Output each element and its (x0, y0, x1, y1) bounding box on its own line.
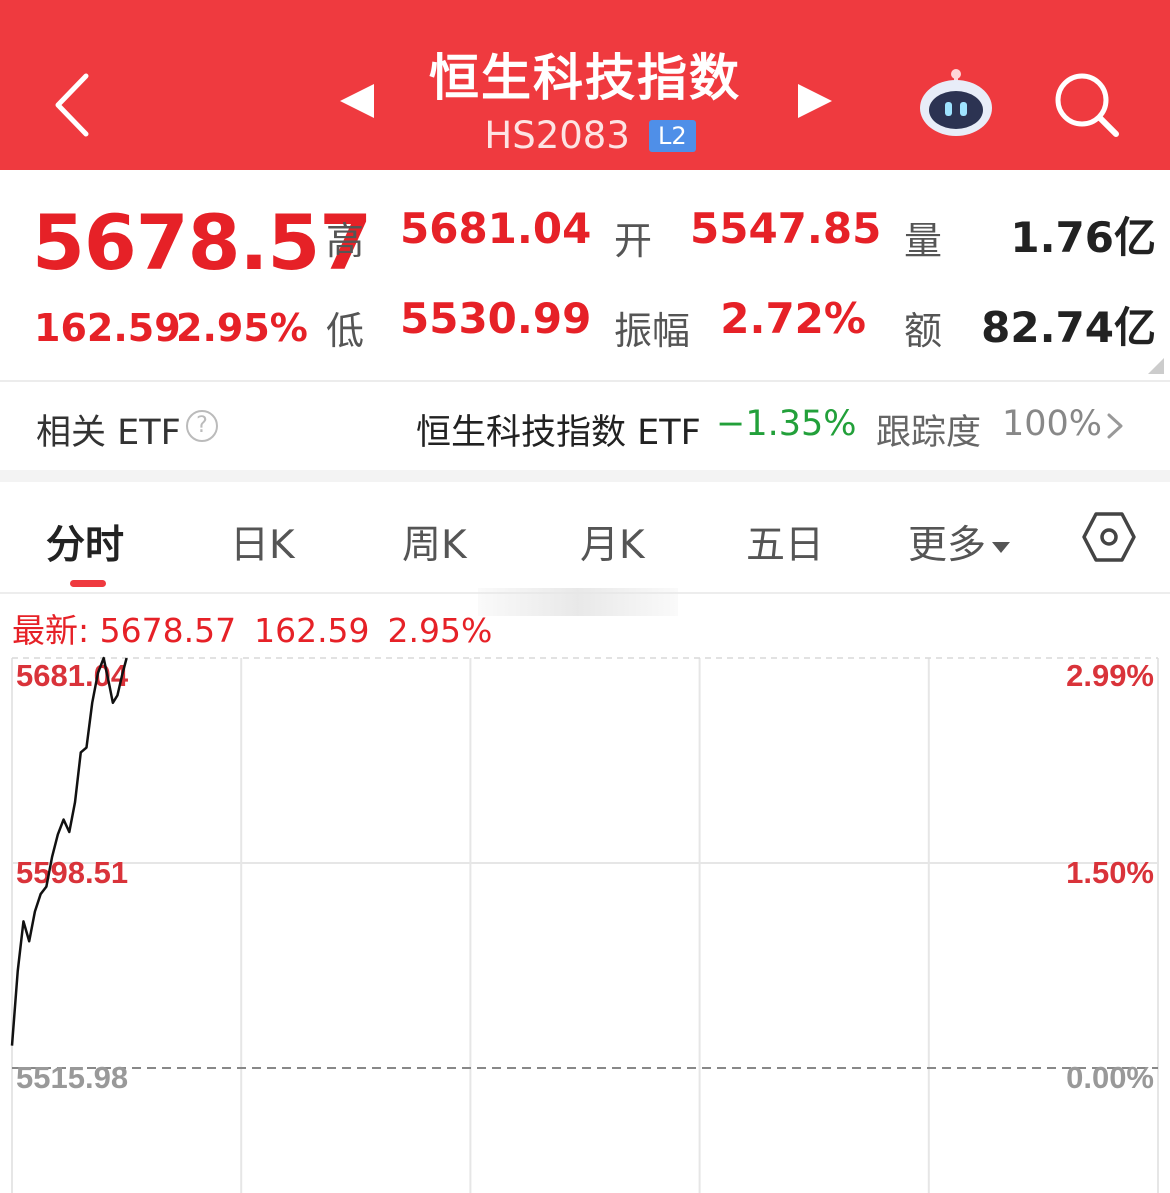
expand-corner-icon[interactable] (1148, 358, 1164, 374)
level-badge: L2 (648, 119, 696, 152)
y-axis-left-label: 5681.04 (16, 658, 129, 693)
y-axis-right-label: 2.99% (1066, 658, 1154, 693)
robot-assistant-icon[interactable] (918, 66, 994, 138)
y-axis-left-label: 5598.51 (16, 855, 128, 890)
next-arrow-icon[interactable] (798, 84, 832, 118)
back-icon[interactable] (48, 70, 98, 140)
chevron-right-icon[interactable] (1104, 412, 1126, 440)
price-change-percent: 2.95% (176, 306, 308, 350)
current-price: 5678.57 (32, 198, 372, 287)
tab-more[interactable]: 更多 (908, 514, 1011, 570)
high-value: 5681.04 (400, 204, 592, 253)
etf-change-percent: −1.35% (716, 404, 857, 444)
page-title: 恒生科技指数 (429, 49, 741, 107)
amplitude-label: 振幅 (614, 309, 691, 353)
volume-label: 量 (904, 219, 943, 263)
low-value: 5530.99 (400, 294, 592, 343)
app-header: 恒生科技指数 HS2083 L2 (0, 0, 1170, 170)
high-label: 高 (326, 219, 365, 263)
tab-weekly-k[interactable]: 周K (402, 514, 467, 570)
turnover-value: 82.74亿 (981, 303, 1156, 352)
tab-more-label: 更多 (908, 523, 987, 568)
section-divider (0, 380, 1170, 382)
price-change: 162.59 (34, 306, 181, 350)
tab-monthly-k[interactable]: 月K (580, 514, 645, 570)
open-value: 5547.85 (690, 204, 882, 253)
y-axis-right-label: 0.00% (1066, 1060, 1154, 1095)
search-icon[interactable] (1052, 70, 1122, 140)
settings-hexagon-icon[interactable] (1082, 510, 1136, 564)
prev-arrow-icon[interactable] (340, 84, 374, 118)
y-axis-left-label: 5515.98 (16, 1060, 128, 1095)
tracking-label: 跟踪度 (876, 413, 982, 453)
tab-intraday[interactable]: 分时 (46, 514, 124, 570)
etf-name[interactable]: 恒生科技指数 ETF (416, 404, 701, 455)
tab-five-day[interactable]: 五日 (746, 514, 824, 570)
y-axis-right-label: 1.50% (1066, 855, 1154, 890)
help-icon[interactable]: ? (186, 410, 218, 442)
tracking-value: 100% (1002, 404, 1103, 444)
index-code: HS2083 (484, 114, 630, 157)
section-gap (0, 470, 1170, 482)
related-etf-label[interactable]: 相关 ETF (36, 404, 181, 455)
caret-down-icon (992, 542, 1011, 553)
open-label: 开 (614, 219, 653, 263)
low-label: 低 (326, 309, 365, 353)
tab-daily-k[interactable]: 日K (230, 514, 295, 570)
volume-value: 1.76亿 (1010, 213, 1156, 262)
turnover-label: 额 (904, 309, 943, 353)
amplitude-value: 2.72% (720, 294, 866, 343)
price-line (10, 656, 128, 1046)
active-tab-indicator (70, 580, 106, 587)
index-code-row: HS2083 L2 (440, 114, 740, 158)
intraday-chart[interactable]: 5681.04 5598.51 5515.98 2.99% 1.50% 0.00% (0, 640, 1170, 1193)
